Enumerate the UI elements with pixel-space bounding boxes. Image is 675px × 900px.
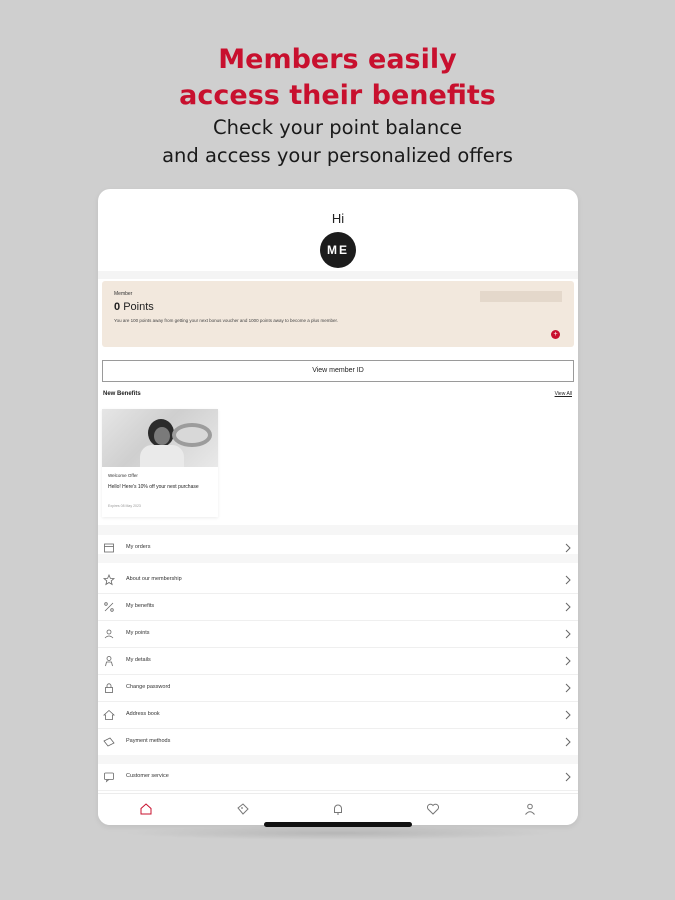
percent-icon bbox=[104, 602, 114, 612]
tag-icon[interactable] bbox=[236, 802, 250, 816]
promo-subtitle-line1: Check your point balance bbox=[213, 116, 462, 139]
greeting: Hi bbox=[331, 211, 345, 226]
chevron-right-icon bbox=[565, 629, 571, 639]
menu-label: Payment methods bbox=[126, 738, 171, 744]
menu-label: Address book bbox=[126, 711, 160, 717]
account-icon[interactable] bbox=[523, 802, 537, 816]
menu-item-address-book[interactable]: Address book bbox=[98, 702, 578, 729]
menu-item-payment-methods[interactable]: Payment methods bbox=[98, 729, 578, 756]
chevron-right-icon bbox=[565, 710, 571, 720]
home-icon[interactable] bbox=[139, 802, 153, 816]
member-label: Member bbox=[114, 291, 133, 297]
benefit-text: Hello! Here's 10% off your next purchase bbox=[108, 484, 199, 490]
promo-headline-line1: Members easily bbox=[218, 44, 457, 75]
promo-headline-line2: access their benefits bbox=[179, 80, 496, 111]
benefits-title: New Benefits bbox=[103, 391, 141, 397]
app-screen: Hi ME Member 0 Points You are 100 points… bbox=[98, 189, 578, 825]
home-icon bbox=[103, 709, 115, 720]
section-divider bbox=[98, 271, 578, 279]
points-balance: 0 Points bbox=[114, 301, 154, 313]
bell-icon[interactable] bbox=[331, 802, 345, 816]
menu-item-my-points[interactable]: My points bbox=[98, 621, 578, 648]
plus-icon[interactable]: + bbox=[551, 330, 560, 339]
device-shadow bbox=[120, 826, 556, 840]
member-description: You are 100 points away from getting you… bbox=[114, 318, 338, 323]
star-icon bbox=[103, 574, 115, 586]
section-divider bbox=[98, 525, 578, 535]
card-icon bbox=[103, 737, 115, 747]
bottom-tab-bar bbox=[98, 793, 578, 825]
view-member-id-button[interactable]: View member ID bbox=[102, 360, 574, 382]
menu-item-my-details[interactable]: My details bbox=[98, 648, 578, 675]
menu-label: My orders bbox=[126, 544, 151, 550]
view-all-link[interactable]: View All bbox=[555, 391, 572, 397]
benefit-image bbox=[102, 409, 218, 467]
chevron-right-icon bbox=[565, 772, 571, 782]
benefit-card[interactable]: Welcome Offer Hello! Here's 10% off your… bbox=[102, 409, 218, 517]
chevron-right-icon bbox=[565, 683, 571, 693]
benefit-tag: Welcome Offer bbox=[108, 473, 138, 478]
member-card[interactable]: Member 0 Points You are 100 points away … bbox=[102, 281, 574, 347]
promo-subtitle-line2: and access your personalized offers bbox=[162, 144, 513, 167]
points-value: 0 bbox=[114, 301, 121, 313]
points-icon bbox=[104, 629, 114, 639]
chevron-right-icon bbox=[565, 602, 571, 612]
menu-label: Change password bbox=[126, 684, 171, 690]
member-progress-bar bbox=[480, 291, 562, 302]
menu-label: Customer service bbox=[126, 773, 169, 779]
menu-label: My details bbox=[126, 657, 151, 663]
menu-item-my-benefits[interactable]: My benefits bbox=[98, 594, 578, 621]
chevron-right-icon bbox=[565, 575, 571, 585]
lock-icon bbox=[105, 683, 113, 693]
orders-icon bbox=[104, 543, 114, 553]
menu-item-about-membership[interactable]: About our membership bbox=[98, 567, 578, 594]
menu-item-customer-service[interactable]: Customer service bbox=[98, 764, 578, 791]
points-unit: Points bbox=[123, 301, 154, 313]
heart-icon[interactable] bbox=[426, 802, 440, 816]
menu-label: My benefits bbox=[126, 603, 155, 609]
chat-icon bbox=[104, 772, 114, 783]
avatar[interactable]: ME bbox=[320, 232, 356, 268]
benefit-expiry: Expires 08 May 2023 bbox=[108, 504, 141, 508]
chevron-right-icon bbox=[565, 543, 571, 553]
menu-label: My points bbox=[126, 630, 150, 636]
chevron-right-icon bbox=[565, 737, 571, 747]
menu-item-change-password[interactable]: Change password bbox=[98, 675, 578, 702]
chevron-right-icon bbox=[565, 656, 571, 666]
section-divider bbox=[98, 755, 578, 764]
section-divider bbox=[98, 554, 578, 563]
person-icon bbox=[105, 656, 113, 667]
home-indicator bbox=[264, 822, 412, 827]
menu-label: About our membership bbox=[126, 576, 182, 582]
